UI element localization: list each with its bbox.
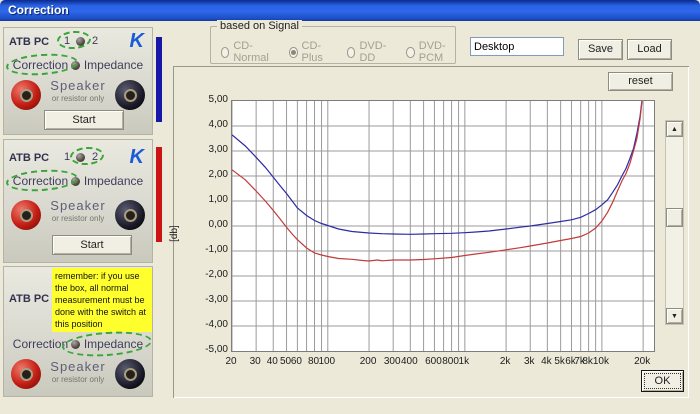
radio-cd-plus-label: CD-Plus bbox=[302, 40, 331, 64]
device-photo-2: ATB PC 1 2 K Correction Impedance Speake… bbox=[3, 139, 153, 263]
y-tick-label: 2,00 bbox=[190, 169, 228, 180]
radio-cd-plus-selected-dot bbox=[291, 50, 296, 55]
y-tick-label: -5,00 bbox=[190, 344, 228, 355]
load-button[interactable]: Load bbox=[627, 39, 672, 60]
scrollbar-down-button[interactable]: ▼ bbox=[666, 308, 683, 324]
device2-start-button[interactable]: Start bbox=[52, 235, 132, 255]
correction-curve-1 bbox=[232, 101, 645, 234]
device1-brand-label: ATB PC bbox=[9, 36, 49, 48]
device1-red-connector-hole bbox=[20, 89, 33, 102]
y-tick-label: -2,00 bbox=[190, 269, 228, 280]
y-tick-label: 3,00 bbox=[190, 144, 228, 155]
device1-impedance-label: Impedance bbox=[84, 58, 143, 72]
y-tick-label: 4,00 bbox=[190, 119, 228, 130]
reset-button[interactable]: reset bbox=[608, 72, 673, 91]
y-tick-label: -4,00 bbox=[190, 319, 228, 330]
correction-dialog: Correction ATB PC 1 2 K Correction Imped… bbox=[0, 0, 700, 414]
x-tick-label: 10k bbox=[584, 356, 618, 367]
scrollbar-thumb[interactable] bbox=[666, 208, 683, 227]
chart-svg bbox=[232, 101, 654, 351]
radio-dvd-dd-circle bbox=[347, 47, 355, 58]
correction-curve-2 bbox=[232, 101, 644, 261]
radio-cd-normal-circle bbox=[221, 47, 229, 58]
device2-switch2-highlight-ellipse bbox=[69, 146, 104, 166]
scrollbar-up-button[interactable]: ▲ bbox=[666, 121, 683, 137]
x-tick-label: 1k bbox=[447, 356, 481, 367]
device3-black-connector-hole bbox=[124, 368, 137, 381]
save-button[interactable]: Save bbox=[578, 39, 623, 60]
radio-cd-plus-circle bbox=[289, 47, 297, 58]
device1-black-connector bbox=[115, 80, 145, 110]
device2-impedance-label: Impedance bbox=[84, 174, 143, 188]
y-tick-label: 1,00 bbox=[190, 194, 228, 205]
device2-red-connector-hole bbox=[20, 209, 33, 222]
radio-dvd-dd-label: DVD-DD bbox=[359, 40, 389, 64]
y-tick-label: 5,00 bbox=[190, 94, 228, 105]
device3-brand-label: ATB PC bbox=[9, 293, 49, 305]
radio-dvd-dd[interactable]: DVD-DD bbox=[347, 40, 389, 64]
device3-black-connector bbox=[115, 359, 145, 389]
device2-black-connector-hole bbox=[124, 209, 137, 222]
radio-cd-normal[interactable]: CD-Normal bbox=[221, 40, 272, 64]
chart-plot bbox=[231, 100, 655, 352]
device2-indicator-bar bbox=[156, 147, 162, 242]
arrow-up-icon: ▲ bbox=[671, 126, 678, 133]
preset-name-input[interactable] bbox=[470, 37, 564, 56]
device1-start-button[interactable]: Start bbox=[44, 110, 124, 130]
window-title: Correction bbox=[8, 3, 69, 17]
reminder-note: remember: if you use the box, all normal… bbox=[52, 268, 152, 332]
y-tick-label: 0,00 bbox=[190, 219, 228, 230]
chart-y-axis-title: [db] bbox=[169, 225, 180, 242]
device3-correction-label: Correction bbox=[13, 337, 68, 351]
title-bar[interactable]: Correction bbox=[0, 0, 700, 21]
device2-black-connector bbox=[115, 200, 145, 230]
signal-radio-row: CD-Normal CD-Plus DVD-DD DVD-PCM bbox=[221, 40, 455, 64]
device2-k-logo: K bbox=[130, 146, 144, 169]
device1-switch-label-2: 2 bbox=[92, 35, 98, 47]
device2-brand-label: ATB PC bbox=[9, 152, 49, 164]
device1-switch1-highlight-ellipse bbox=[56, 30, 91, 50]
device1-k-logo: K bbox=[130, 30, 144, 53]
device1-red-connector bbox=[11, 80, 41, 110]
device3-impedance-highlight-ellipse bbox=[61, 329, 152, 359]
chart-scrollbar[interactable]: ▲ ▼ bbox=[665, 120, 684, 325]
device2-red-connector bbox=[11, 200, 41, 230]
radio-cd-normal-label: CD-Normal bbox=[233, 40, 272, 64]
signal-groupbox-label: based on Signal bbox=[217, 20, 302, 32]
device2-correction-highlight-ellipse bbox=[5, 168, 78, 194]
arrow-down-icon: ▼ bbox=[671, 313, 678, 320]
ok-button[interactable]: OK bbox=[641, 370, 684, 392]
device3-red-connector-hole bbox=[20, 368, 33, 381]
radio-dvd-pcm-circle bbox=[406, 47, 414, 58]
x-tick-label: 20k bbox=[625, 356, 659, 367]
radio-dvd-pcm-label: DVD-PCM bbox=[419, 40, 455, 64]
device1-black-connector-hole bbox=[124, 89, 137, 102]
device-photo-1: ATB PC 1 2 K Correction Impedance Speake… bbox=[3, 27, 153, 135]
radio-dvd-pcm[interactable]: DVD-PCM bbox=[406, 40, 455, 64]
signal-groupbox: based on Signal CD-Normal CD-Plus DVD-DD… bbox=[210, 26, 456, 64]
chart-x-axis-labels: 2030405060801002003004006008001k2k3k4k5k… bbox=[231, 356, 655, 370]
y-tick-label: -1,00 bbox=[190, 244, 228, 255]
device-photo-3: remember: if you use the box, all normal… bbox=[3, 266, 153, 397]
radio-cd-plus[interactable]: CD-Plus bbox=[289, 40, 330, 64]
x-tick-label: 100 bbox=[310, 356, 344, 367]
y-tick-label: -3,00 bbox=[190, 294, 228, 305]
device1-correction-highlight-ellipse bbox=[5, 52, 78, 78]
device3-red-connector bbox=[11, 359, 41, 389]
device1-indicator-bar bbox=[156, 37, 162, 122]
